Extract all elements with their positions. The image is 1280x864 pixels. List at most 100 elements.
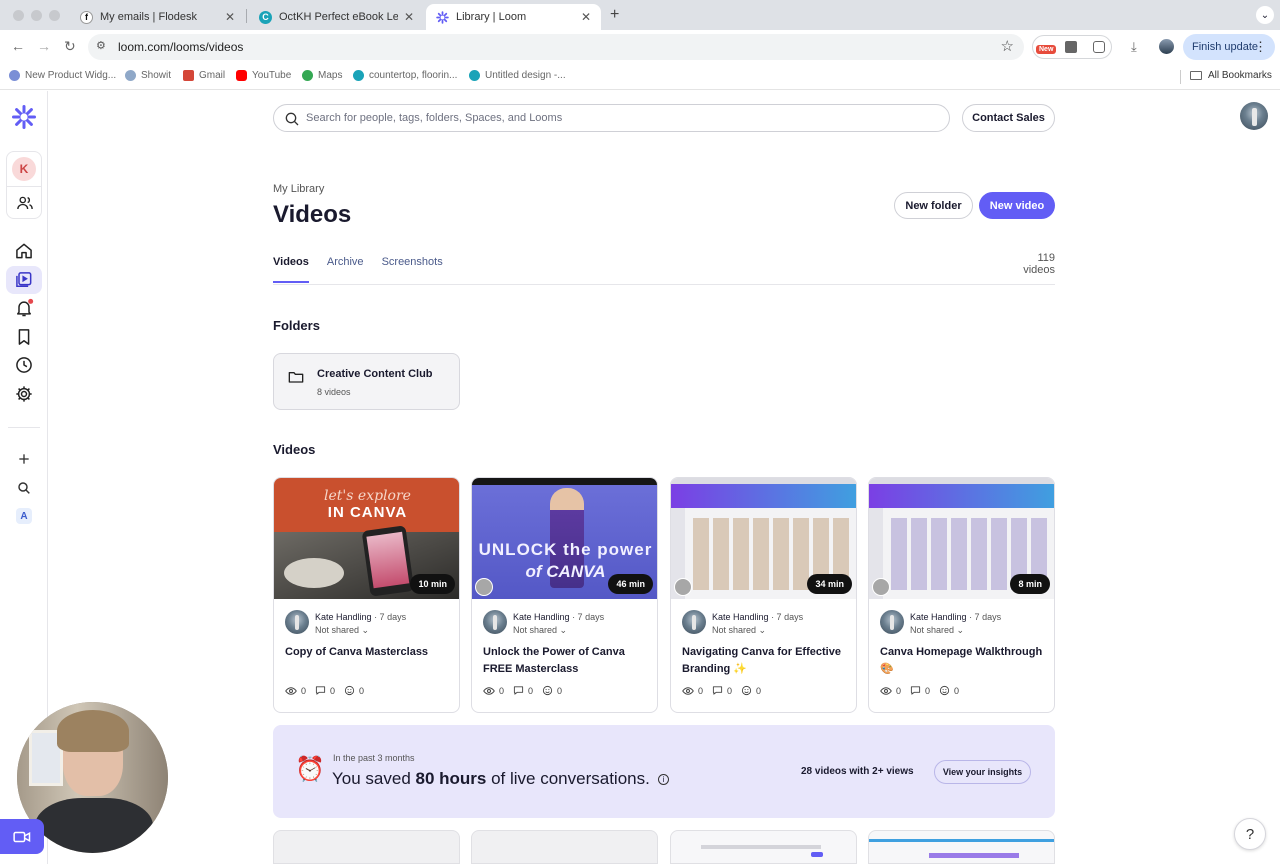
loom-logo-icon[interactable] [12, 105, 36, 129]
owner-avatar[interactable] [285, 610, 309, 634]
settings-gear-icon[interactable] [14, 384, 34, 404]
sharing-status[interactable]: Not shared ⌄ [513, 625, 567, 636]
forward-arrow-icon[interactable]: → [37, 38, 51, 54]
sharing-status[interactable]: Not shared ⌄ [712, 625, 766, 636]
user-avatar[interactable] [1240, 102, 1268, 130]
folder-card[interactable]: Creative Content Club 8 videos [273, 353, 460, 410]
reload-icon[interactable]: ↻ [64, 38, 76, 55]
bookmark-item[interactable]: Untitled design -... [469, 70, 566, 81]
back-arrow-icon[interactable]: ← [11, 38, 25, 54]
notifications-bell-icon[interactable] [14, 298, 34, 318]
browser-menu-icon[interactable]: ⋮ [1254, 39, 1267, 55]
bookmark-icon[interactable] [14, 327, 34, 347]
window-minimize-control[interactable] [31, 10, 42, 21]
video-card-placeholder[interactable] [471, 830, 658, 864]
library-icon[interactable] [14, 270, 34, 290]
tabs-divider [273, 284, 1055, 285]
history-clock-icon[interactable] [14, 355, 34, 375]
thumbnail-caption: let's explore [324, 488, 411, 504]
video-card-placeholder[interactable] [273, 830, 460, 864]
tab-search-chevron-icon[interactable]: ⌄ [1256, 6, 1274, 24]
bookmark-item[interactable]: YouTube [236, 70, 291, 81]
home-icon[interactable] [14, 241, 34, 261]
browser-tab-loom[interactable]: Library | Loom ✕ [426, 4, 601, 30]
help-button[interactable]: ? [1234, 818, 1266, 850]
site-settings-icon[interactable]: ⚙ [96, 39, 106, 52]
alarm-clock-icon: ⏰ [295, 756, 325, 783]
browser-profile-avatar[interactable] [1159, 39, 1174, 54]
view-insights-button[interactable]: View your insights [934, 760, 1031, 784]
video-count: 119 videos [1023, 252, 1055, 276]
contact-sales-button[interactable]: Contact Sales [962, 104, 1055, 132]
page-title: Videos [273, 201, 352, 228]
views-eye-icon [880, 686, 892, 695]
puzzle-extensions-icon[interactable] [1093, 41, 1105, 53]
owner-avatar[interactable] [483, 610, 507, 634]
address-bar[interactable]: ⚙ loom.com/looms/videos ☆ [88, 34, 1024, 60]
folders-heading: Folders [273, 318, 320, 333]
apps-avatar[interactable]: A [16, 508, 32, 524]
reaction-count: 0 [359, 685, 365, 696]
video-card[interactable] [868, 830, 1055, 864]
video-title[interactable]: Canva Homepage Walkthrough 🎨 [880, 644, 1048, 678]
video-thumbnail[interactable]: UNLOCK the power of CANVA 46 min [472, 478, 657, 599]
video-title[interactable]: Navigating Canva for Effective Branding … [682, 644, 850, 678]
insights-saved-time: You saved 80 hours of live conversations… [332, 769, 669, 789]
video-thumbnail[interactable]: 8 min [869, 478, 1054, 599]
video-title[interactable]: Unlock the Power of Canva FREE Mastercla… [483, 644, 651, 678]
bookmark-star-icon[interactable]: ☆ [1001, 37, 1014, 55]
window-zoom-control[interactable] [49, 10, 60, 21]
download-icon[interactable]: ⤓ [1131, 39, 1137, 55]
video-card[interactable]: UNLOCK the power of CANVA 46 min Kate Ha… [471, 477, 658, 713]
info-icon[interactable]: i [657, 774, 669, 785]
duration-badge: 46 min [608, 574, 653, 594]
video-card[interactable]: 8 min Kate Handling · 7 days Not shared … [868, 477, 1055, 713]
bookmark-item[interactable]: Maps [302, 70, 342, 81]
video-card[interactable] [670, 830, 857, 864]
video-title[interactable]: Copy of Canva Masterclass [285, 644, 453, 661]
bookmark-item[interactable]: Gmail [183, 70, 225, 81]
extension-new-badge[interactable]: New [1036, 45, 1057, 54]
reaction-smiley-icon [344, 685, 355, 696]
insights-banner: ⏰ In the past 3 months You saved 80 hour… [273, 725, 1055, 818]
bookmark-item[interactable]: Showit [125, 70, 171, 81]
add-plus-icon[interactable] [16, 451, 32, 467]
window-close-control[interactable] [13, 10, 24, 21]
workspace-avatar[interactable]: K [12, 157, 36, 181]
bookmark-item[interactable]: New Product Widg... [9, 70, 116, 81]
address-url[interactable]: loom.com/looms/videos [118, 40, 243, 54]
browser-tab-flodesk[interactable]: f My emails | Flodesk ✕ [70, 4, 245, 30]
browser-toolbar: ← → ↻ ⚙ loom.com/looms/videos ☆ New ⤓ Fi… [0, 30, 1280, 64]
view-count: 0 [499, 685, 505, 696]
bookmark-item[interactable]: countertop, floorin... [353, 70, 457, 81]
owner-avatar[interactable] [880, 610, 904, 634]
tab-close-icon[interactable]: ✕ [581, 10, 591, 24]
finish-update-button[interactable]: Finish update ⋮ [1183, 34, 1275, 60]
breadcrumb[interactable]: My Library [273, 183, 324, 195]
video-card[interactable]: 34 min Kate Handling · 7 days Not shared… [670, 477, 857, 713]
search-input[interactable] [306, 109, 906, 127]
sharing-status[interactable]: Not shared ⌄ [315, 625, 369, 636]
video-thumbnail[interactable]: 34 min [671, 478, 856, 599]
owner-avatar[interactable] [682, 610, 706, 634]
new-tab-icon[interactable]: + [610, 6, 619, 24]
new-folder-button[interactable]: New folder [894, 192, 973, 219]
search-icon[interactable] [16, 480, 32, 496]
camera-body [35, 798, 153, 853]
video-card[interactable]: let's explore IN CANVA 10 min Kate Handl… [273, 477, 460, 713]
new-video-button[interactable]: New video [979, 192, 1055, 219]
tab-videos[interactable]: Videos [273, 256, 309, 283]
browser-tab-ebook[interactable]: C OctKH Perfect eBook Lead M ✕ [249, 4, 424, 30]
global-search[interactable] [273, 104, 950, 132]
extension-icon[interactable] [1065, 41, 1077, 53]
tab-archive[interactable]: Archive [327, 256, 364, 283]
sharing-status[interactable]: Not shared ⌄ [910, 625, 964, 636]
record-camera-button[interactable] [0, 819, 44, 854]
tab-close-icon[interactable]: ✕ [404, 10, 414, 24]
all-bookmarks-button[interactable]: All Bookmarks [1190, 70, 1272, 81]
tab-screenshots[interactable]: Screenshots [382, 256, 443, 283]
video-camera-icon [13, 831, 31, 843]
people-icon[interactable] [16, 194, 34, 212]
video-thumbnail[interactable]: let's explore IN CANVA 10 min [274, 478, 459, 599]
tab-close-icon[interactable]: ✕ [225, 10, 235, 24]
